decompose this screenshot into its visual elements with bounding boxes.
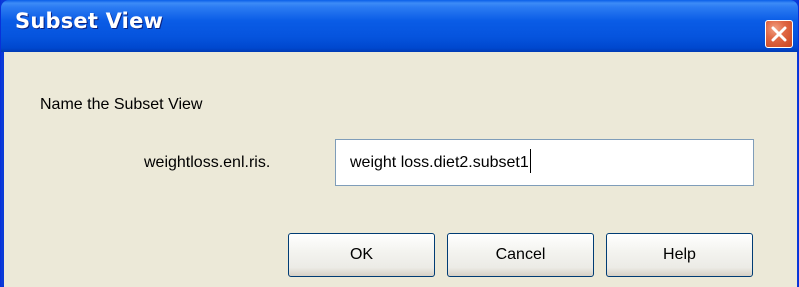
subset-name-input[interactable]: weight loss.diet2.subset1 [335, 139, 754, 186]
title-bar[interactable]: Subset View [1, 0, 798, 52]
subset-name-value: weight loss.diet2.subset1 [350, 154, 529, 171]
prompt-label: Name the Subset View [40, 96, 203, 113]
cancel-button[interactable]: Cancel [447, 233, 594, 277]
close-icon [771, 26, 787, 42]
help-button[interactable]: Help [606, 233, 753, 277]
subset-view-dialog: Subset View Name the Subset View weightl… [0, 0, 799, 287]
window-title: Subset View [15, 9, 164, 33]
text-caret [529, 148, 531, 173]
ok-button[interactable]: OK [288, 233, 435, 277]
dialog-body: Name the Subset View weightloss.enl.ris.… [4, 52, 797, 287]
view-prefix-label: weightloss.enl.ris. [144, 154, 271, 171]
close-button[interactable] [765, 20, 793, 48]
